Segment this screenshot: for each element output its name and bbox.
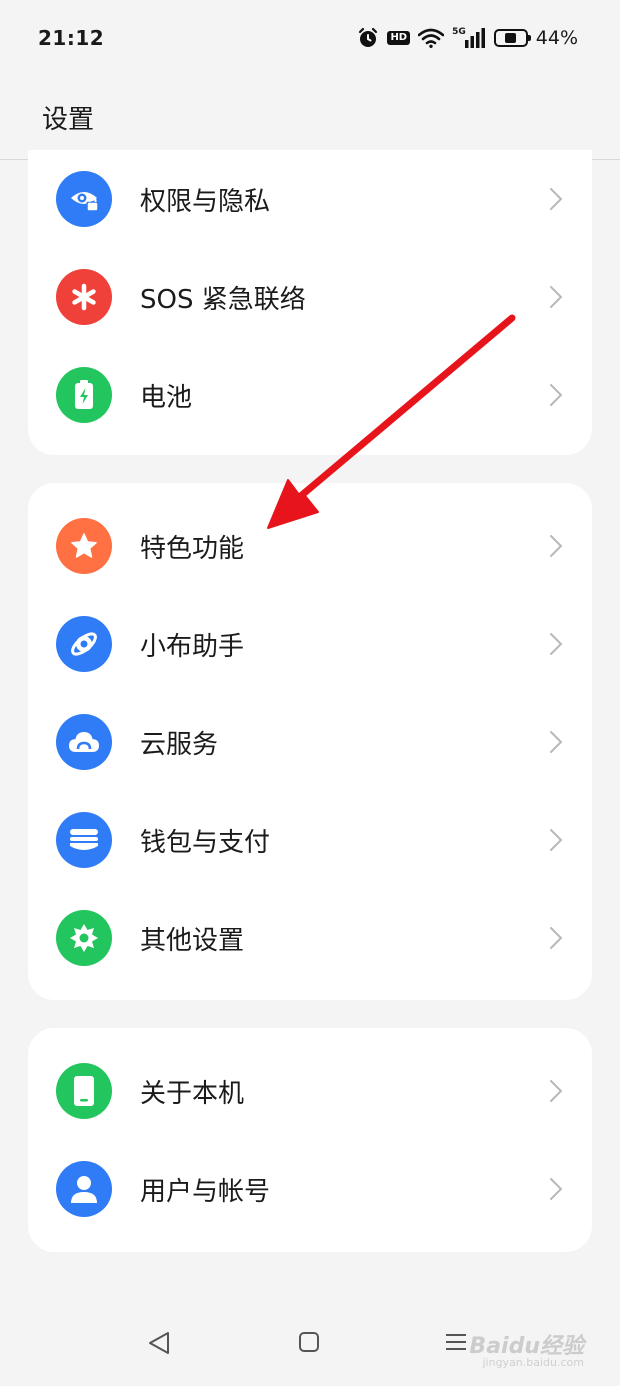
settings-item-label: 钱包与支付 — [140, 827, 271, 858]
chevron-right-icon — [548, 284, 564, 310]
watermark-url: jingyan.baidu.com — [482, 1356, 584, 1369]
settings-screen: 21:12 HD 5G 44% 设置 权限与隐私 SOS 紧急联络 电池 特色功… — [0, 0, 620, 1386]
user-icon — [56, 1161, 112, 1217]
network-type: 5G — [452, 26, 466, 37]
settings-item-battery[interactable]: 电池 — [28, 346, 592, 444]
status-bar: 21:12 HD 5G 44% — [0, 0, 620, 76]
phone-icon — [56, 1063, 112, 1119]
chevron-right-icon — [548, 1176, 564, 1202]
settings-group-2: 特色功能 小布助手 云服务 钱包与支付 其他设置 — [28, 483, 592, 1000]
settings-group-1: 权限与隐私 SOS 紧急联络 电池 — [28, 150, 592, 455]
asterisk-icon — [56, 269, 112, 325]
page-title: 设置 — [42, 105, 95, 135]
chevron-right-icon — [548, 382, 564, 408]
settings-item-privacy[interactable]: 权限与隐私 — [28, 150, 592, 248]
settings-item-label: SOS 紧急联络 — [140, 284, 306, 315]
wallet-icon — [56, 812, 112, 868]
settings-item-label: 云服务 — [140, 729, 219, 760]
battery-icon — [493, 29, 531, 47]
settings-item-accounts[interactable]: 用户与帐号 — [28, 1140, 592, 1238]
assistant-orbit-icon — [56, 616, 112, 672]
recents-menu-icon[interactable] — [444, 1330, 468, 1354]
chevron-right-icon — [548, 729, 564, 755]
status-time: 21:12 — [38, 26, 105, 50]
settings-item-other[interactable]: 其他设置 — [28, 889, 592, 987]
chevron-right-icon — [548, 186, 564, 212]
chevron-right-icon — [548, 533, 564, 559]
back-icon[interactable] — [146, 1330, 172, 1356]
settings-item-about[interactable]: 关于本机 — [28, 1042, 592, 1140]
settings-item-label: 权限与隐私 — [140, 186, 271, 217]
settings-item-features[interactable]: 特色功能 — [28, 497, 592, 595]
alarm-icon — [357, 27, 379, 49]
home-icon[interactable] — [297, 1330, 321, 1354]
cloud-icon — [56, 714, 112, 770]
settings-item-label: 其他设置 — [140, 925, 245, 956]
settings-item-assistant[interactable]: 小布助手 — [28, 595, 592, 693]
page-header: 设置 — [0, 76, 620, 160]
settings-item-label: 用户与帐号 — [140, 1176, 271, 1207]
settings-item-label: 关于本机 — [140, 1078, 245, 1109]
battery-level — [505, 33, 517, 43]
settings-group-3: 关于本机 用户与帐号 — [28, 1028, 592, 1252]
wifi-icon — [418, 28, 445, 48]
hd-icon: HD — [387, 31, 411, 45]
signal-icon: 5G — [452, 26, 486, 48]
battery-charging-icon — [56, 367, 112, 423]
chevron-right-icon — [548, 1078, 564, 1104]
settings-item-wallet[interactable]: 钱包与支付 — [28, 791, 592, 889]
settings-item-cloud[interactable]: 云服务 — [28, 693, 592, 791]
settings-item-label: 电池 — [140, 382, 193, 413]
gear-icon — [56, 910, 112, 966]
settings-item-label: 小布助手 — [140, 631, 245, 662]
status-icons: HD 5G 44% — [357, 27, 578, 49]
chevron-right-icon — [548, 925, 564, 951]
chevron-right-icon — [548, 631, 564, 657]
chevron-right-icon — [548, 827, 564, 853]
settings-item-label: 特色功能 — [140, 533, 245, 564]
settings-item-sos[interactable]: SOS 紧急联络 — [28, 248, 592, 346]
star-icon — [56, 518, 112, 574]
privacy-eye-lock-icon — [56, 171, 112, 227]
battery-percent: 44% — [535, 27, 578, 49]
